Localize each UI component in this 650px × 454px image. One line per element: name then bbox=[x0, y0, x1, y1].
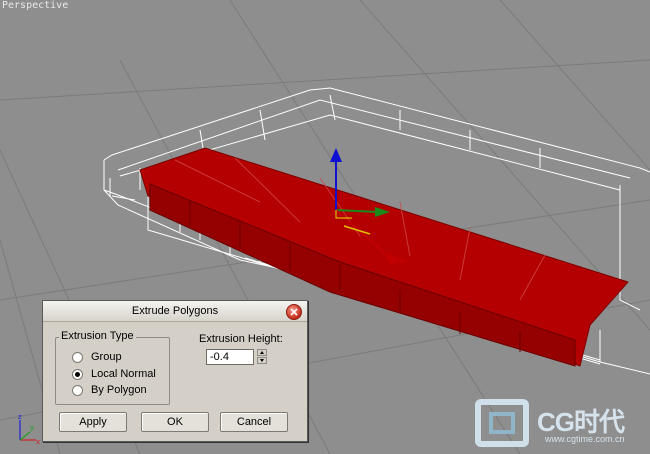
radio-group-option[interactable]: Group bbox=[72, 350, 122, 364]
radio-label: Local Normal bbox=[91, 368, 156, 380]
radio-by-polygon-option[interactable]: By Polygon bbox=[72, 383, 147, 397]
watermark: CG时代 www.cgtime.com.cn bbox=[475, 396, 645, 450]
watermark-url: www.cgtime.com.cn bbox=[545, 434, 625, 444]
apply-button[interactable]: Apply bbox=[59, 412, 127, 432]
close-button[interactable] bbox=[286, 304, 302, 320]
radio-button-checked[interactable] bbox=[72, 368, 83, 380]
extrusion-height-label: Extrusion Height: bbox=[199, 333, 283, 345]
close-icon bbox=[290, 308, 298, 316]
ok-button[interactable]: OK bbox=[141, 412, 209, 432]
axis-y-label: y bbox=[30, 424, 34, 432]
axis-z-label: z bbox=[18, 413, 22, 421]
cg-logo-icon bbox=[475, 399, 529, 447]
radio-label: Group bbox=[91, 351, 122, 363]
spinner-down-icon[interactable] bbox=[257, 357, 267, 364]
extrude-polygons-dialog: Extrude Polygons Extrusion Type Group Lo… bbox=[42, 300, 308, 442]
radio-local-normal-option[interactable]: Local Normal bbox=[72, 367, 156, 381]
dialog-titlebar[interactable]: Extrude Polygons bbox=[43, 301, 307, 322]
axis-x-label: x bbox=[36, 438, 40, 446]
spinner-up-icon[interactable] bbox=[257, 349, 267, 356]
cancel-button[interactable]: Cancel bbox=[220, 412, 288, 432]
radio-label: By Polygon bbox=[91, 384, 147, 396]
extrusion-height-input[interactable]: -0.4 bbox=[206, 349, 254, 365]
extrusion-height-spinner: -0.4 bbox=[206, 349, 270, 365]
axis-tripod-icon: z x y bbox=[18, 413, 40, 446]
dialog-title: Extrude Polygons bbox=[131, 305, 219, 317]
radio-button[interactable] bbox=[72, 384, 83, 396]
viewport-label[interactable]: Perspective bbox=[2, 0, 68, 11]
extrusion-type-label: Extrusion Type bbox=[59, 330, 136, 342]
radio-button[interactable] bbox=[72, 351, 83, 363]
